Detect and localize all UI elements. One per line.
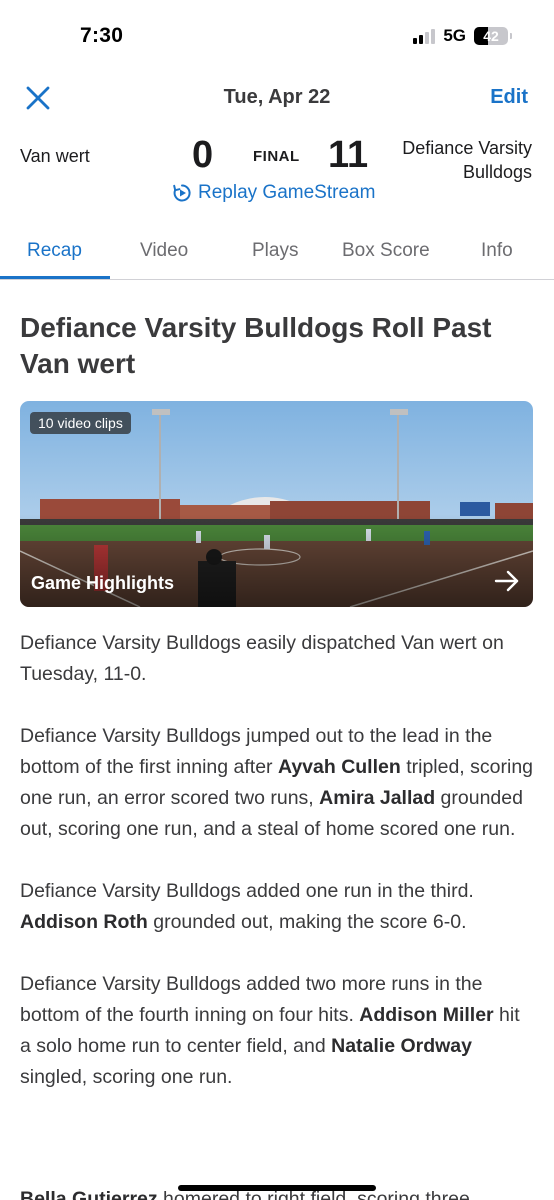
recap-article: Defiance Varsity Bulldogs easily dispatc…: [20, 628, 534, 1124]
away-team-name: Van wert: [20, 146, 90, 166]
recap-text: grounded out, making the score 6-0.: [147, 911, 467, 933]
player-name: Bella Gutierrez: [20, 1188, 158, 1200]
recap-text: Defiance Varsity Bulldogs added one run …: [20, 880, 474, 902]
home-team-name: Defiance Varsity Bulldogs: [402, 138, 532, 182]
arrow-right-icon: [494, 570, 519, 592]
recap-paragraph: Defiance Varsity Bulldogs jumped out to …: [20, 721, 534, 845]
player-name: Ayvah Cullen: [277, 756, 401, 778]
tab-bar: Recap Video Plays Box Score Info: [0, 226, 554, 280]
battery-icon: 42: [474, 27, 512, 45]
network-type: 5G: [443, 26, 466, 45]
status-icons: 5G 42: [413, 26, 512, 46]
player-name: Amira Jallad: [319, 787, 436, 809]
tab-plays[interactable]: Plays: [252, 240, 298, 262]
cellular-signal-icon: [413, 28, 436, 44]
tab-info[interactable]: Info: [481, 240, 513, 262]
replay-icon: [173, 184, 191, 202]
nav-bar: Tue, Apr 22 Edit: [0, 72, 554, 126]
status-time: 7:30: [80, 24, 124, 47]
player-name: Addison Miller: [359, 1004, 494, 1026]
video-clips-badge: 10 video clips: [30, 412, 131, 434]
player-name: Addison Roth: [20, 911, 148, 933]
tab-video[interactable]: Video: [140, 240, 188, 262]
game-date: Tue, Apr 22: [223, 86, 331, 108]
tab-box-score[interactable]: Box Score: [342, 240, 430, 262]
player-name: Natalie Ordway: [331, 1035, 472, 1057]
home-indicator[interactable]: [178, 1185, 376, 1191]
status-bar: 7:30 5G 42: [0, 0, 554, 72]
recap-text: singled, scoring one run.: [20, 1066, 233, 1088]
replay-gamestream-link[interactable]: Replay GameStream: [172, 182, 375, 204]
tab-recap[interactable]: Recap: [27, 240, 82, 262]
battery-percent: 42: [483, 28, 499, 44]
recap-headline: Defiance Varsity Bulldogs Roll Past Van …: [20, 312, 492, 379]
recap-paragraph: Defiance Varsity Bulldogs added two more…: [20, 969, 534, 1093]
active-tab-indicator: [0, 276, 110, 279]
recap-paragraph: Defiance Varsity Bulldogs easily dispatc…: [20, 628, 534, 690]
game-highlights-card[interactable]: 10 video clips Game Highlights: [20, 401, 533, 607]
video-title: Game Highlights: [31, 573, 175, 593]
replay-row: Replay GameStream: [0, 180, 554, 220]
replay-label: Replay GameStream: [198, 182, 376, 203]
away-team-score: 0: [192, 134, 214, 176]
recap-paragraph: Defiance Varsity Bulldogs added one run …: [20, 876, 534, 938]
edit-button[interactable]: Edit: [490, 86, 528, 109]
recap-text: Defiance Varsity Bulldogs easily dispatc…: [20, 632, 504, 685]
scoreboard: Van wert 0 FINAL 11 Defiance Varsity Bul…: [0, 126, 554, 182]
game-status: FINAL: [253, 148, 300, 165]
